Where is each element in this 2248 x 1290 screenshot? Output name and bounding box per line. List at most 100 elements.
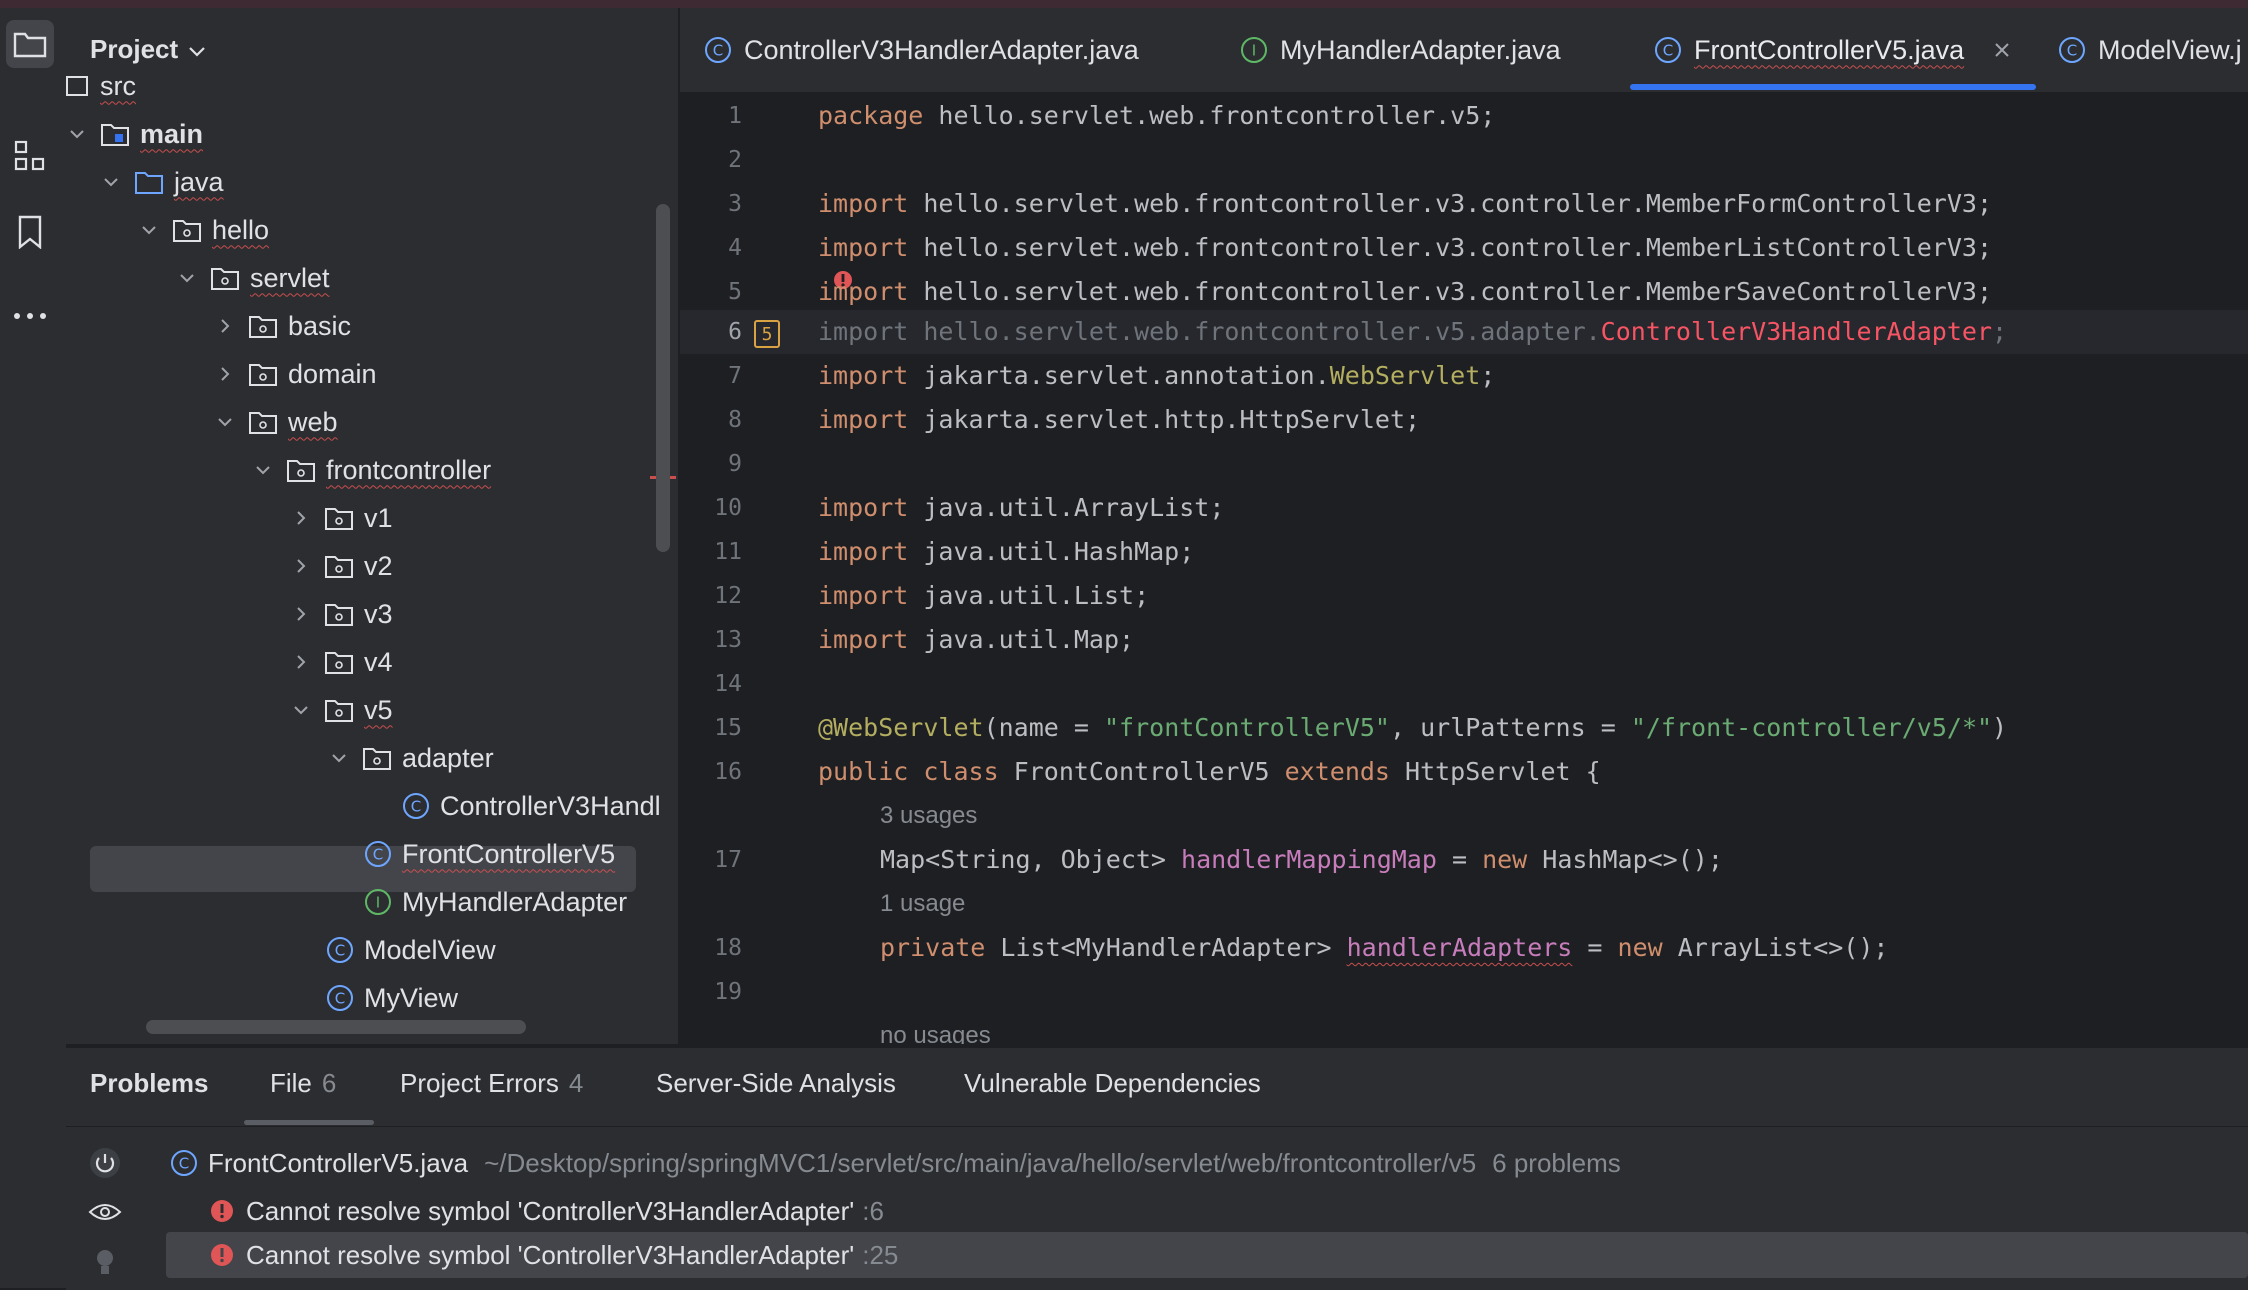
- tree-item-v1[interactable]: v1: [290, 496, 393, 540]
- code-token: =: [1436, 845, 1483, 874]
- tree-item-main[interactable]: main: [66, 112, 203, 156]
- package-icon: [324, 697, 354, 723]
- problem-line: :6: [862, 1195, 884, 1226]
- chevron-down-icon: [188, 34, 206, 65]
- tree-item-hello[interactable]: hello: [138, 208, 269, 252]
- project-folder-icon[interactable]: [6, 20, 54, 68]
- svg-text:I: I: [1252, 42, 1256, 60]
- class-icon: C: [1654, 36, 1682, 64]
- line-number: 7: [728, 363, 742, 389]
- tree-item-domain[interactable]: domain: [214, 352, 377, 396]
- chevron-down-icon[interactable]: [66, 129, 88, 139]
- package-icon: [248, 409, 278, 435]
- tree-item-servlet[interactable]: servlet: [176, 256, 330, 300]
- problem-file-row[interactable]: C FrontControllerV5.java ~/Desktop/sprin…: [170, 1140, 1621, 1186]
- code-line-4: import hello.servlet.web.frontcontroller…: [818, 226, 1992, 270]
- problem-file-path: ~/Desktop/spring/springMVC1/servlet/src/…: [484, 1147, 1477, 1178]
- problem-item[interactable]: Cannot resolve symbol 'ControllerV3Handl…: [210, 1188, 884, 1234]
- code-token: HttpServlet {: [1389, 757, 1601, 786]
- chevron-down-icon[interactable]: [138, 225, 160, 235]
- chevron-down-icon[interactable]: [290, 705, 312, 715]
- usages-hint[interactable]: 1 usage: [880, 882, 965, 926]
- eye-icon[interactable]: [88, 1200, 122, 1229]
- chevron-down-icon[interactable]: [214, 417, 236, 427]
- unresolved-symbol[interactable]: ControllerV3HandlerAdapter: [1601, 317, 1992, 346]
- tree-item-adapter[interactable]: adapter: [328, 736, 494, 780]
- problem-item-selected[interactable]: Cannot resolve symbol 'ControllerV3Handl…: [210, 1232, 898, 1278]
- project-panel-header[interactable]: Project: [90, 34, 206, 65]
- vertical-scrollbar[interactable]: [656, 204, 670, 552]
- chevron-right-icon[interactable]: [290, 510, 312, 526]
- chevron-right-icon[interactable]: [290, 654, 312, 670]
- tree-item-modelview[interactable]: C ModelView: [326, 928, 496, 972]
- bookmark-icon[interactable]: [6, 208, 54, 256]
- chevron-right-icon[interactable]: [214, 318, 236, 334]
- tab-modelview[interactable]: C ModelView.j: [2058, 8, 2242, 92]
- chevron-down-icon[interactable]: [252, 465, 274, 475]
- chevron-down-icon[interactable]: [328, 753, 350, 763]
- close-icon[interactable]: [1994, 42, 2010, 58]
- tree-item-v2[interactable]: v2: [290, 544, 393, 588]
- svg-text:C: C: [411, 798, 421, 816]
- tree-item-controllerv3handleradapter[interactable]: C ControllerV3Handl: [402, 784, 661, 828]
- problems-toolbar: [66, 1128, 126, 1290]
- tree-item-v4[interactable]: v4: [290, 640, 393, 684]
- code-token: "/front-controller/v5/*": [1630, 713, 1993, 742]
- tree-item-src[interactable]: src: [66, 64, 136, 108]
- tree-item-label: ModelView: [364, 934, 496, 965]
- tree-item-v5[interactable]: v5: [290, 688, 393, 732]
- chevron-down-icon[interactable]: [176, 273, 198, 283]
- lightbulb-icon[interactable]: [94, 1248, 116, 1283]
- tab-label: FrontControllerV5.java: [1694, 34, 1965, 65]
- tree-item-web[interactable]: web: [214, 400, 338, 444]
- error-icon: [210, 1199, 234, 1223]
- more-tools-icon[interactable]: [6, 292, 54, 340]
- code-line-16: public class FrontControllerV5 extends H…: [818, 750, 1601, 794]
- chevron-right-icon[interactable]: [290, 606, 312, 622]
- usages-hint[interactable]: no usages: [880, 1014, 991, 1044]
- tab-myhandleradapter[interactable]: I MyHandlerAdapter.java: [1240, 8, 1561, 92]
- line-number: 9: [728, 451, 742, 477]
- code-editor[interactable]: 1 2 3 4 5 6 7 8 9 10 11 12 13 14 15 16 1…: [680, 94, 2248, 1044]
- tree-item-myhandleradapter[interactable]: I MyHandlerAdapter: [364, 880, 627, 924]
- tab-server-side-analysis[interactable]: Server-Side Analysis: [656, 1068, 896, 1099]
- usages-hint[interactable]: 3 usages: [880, 794, 977, 838]
- tree-item-frontcontrollerv5[interactable]: C FrontControllerV5: [364, 832, 615, 876]
- chevron-down-icon[interactable]: [100, 177, 122, 187]
- tab-controllerv3handleradapter[interactable]: C ControllerV3HandlerAdapter.java: [704, 8, 1139, 92]
- line-number: 14: [714, 671, 742, 697]
- tab-vulnerable-dependencies[interactable]: Vulnerable Dependencies: [964, 1068, 1261, 1099]
- tab-project-errors[interactable]: Project Errors 4: [400, 1068, 583, 1099]
- tree-item-frontcontroller[interactable]: frontcontroller: [252, 448, 491, 492]
- class-icon: C: [2058, 36, 2086, 64]
- tree-item-label: servlet: [250, 262, 330, 293]
- code-token: import: [818, 189, 909, 218]
- svg-text:C: C: [335, 990, 345, 1008]
- chevron-right-icon[interactable]: [214, 366, 236, 382]
- code-token: import: [818, 625, 909, 654]
- tab-frontcontrollerv5[interactable]: C FrontControllerV5.java: [1654, 8, 2010, 92]
- tree-item-label: v5: [364, 694, 393, 725]
- problem-line: :25: [862, 1239, 899, 1270]
- line-number: 3: [728, 191, 742, 217]
- structure-icon[interactable]: [6, 132, 54, 180]
- code-line-5: import hello.servlet.web.frontcontroller…: [818, 270, 1992, 314]
- warning-count-badge[interactable]: 5: [754, 320, 780, 348]
- code-token: "frontControllerV5": [1104, 713, 1390, 742]
- code-line-17: Map<String, Object> handlerMappingMap = …: [880, 838, 1723, 882]
- horizontal-scrollbar[interactable]: [146, 1020, 526, 1034]
- tab-file[interactable]: File 6: [270, 1068, 336, 1099]
- class-icon: C: [704, 36, 732, 64]
- power-save-icon[interactable]: [88, 1146, 122, 1185]
- code-token: List<MyHandlerAdapter>: [985, 933, 1347, 962]
- tree-item-myview[interactable]: C MyView: [326, 976, 458, 1020]
- tree-item-v3[interactable]: v3: [290, 592, 393, 636]
- problems-tabs: Problems File 6 Project Errors 4 Server-Si…: [66, 1048, 2248, 1127]
- tab-problems[interactable]: Problems: [90, 1068, 209, 1099]
- tab-count: 4: [568, 1068, 584, 1098]
- chevron-right-icon[interactable]: [290, 558, 312, 574]
- tree-item-java[interactable]: java: [100, 160, 224, 204]
- code-token: hello.servlet.web.frontcontroller.v5;: [923, 101, 1496, 130]
- tree-item-basic[interactable]: basic: [214, 304, 351, 348]
- code-line-6: import hello.servlet.web.frontcontroller…: [818, 310, 2007, 354]
